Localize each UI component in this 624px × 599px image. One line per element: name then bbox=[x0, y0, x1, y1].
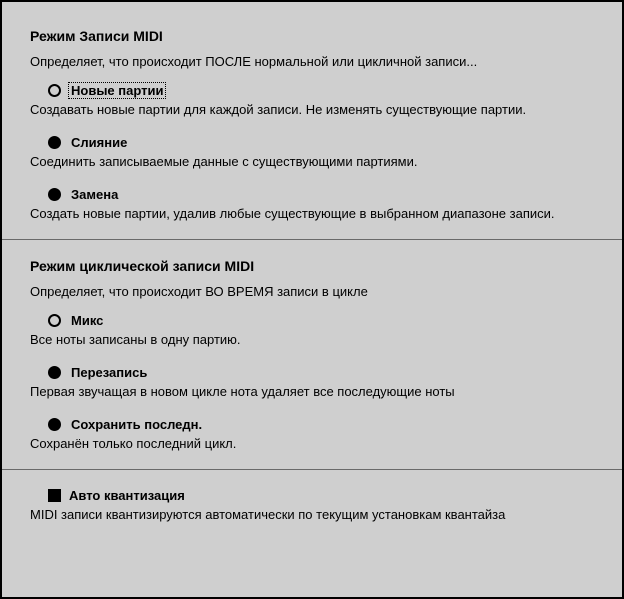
checkbox-icon[interactable] bbox=[48, 489, 61, 502]
option-replace[interactable]: Замена Создать новые партии, удалив любы… bbox=[48, 187, 594, 221]
option-desc: Соединить записываемые данные с существу… bbox=[30, 154, 594, 169]
autoquant-group: Авто квантизация MIDI записи квантизирую… bbox=[30, 488, 594, 522]
option-overwrite[interactable]: Перезапись Первая звучащая в новом цикле… bbox=[48, 365, 594, 399]
radio-icon[interactable] bbox=[48, 366, 61, 379]
section2-title: Режим циклической записи MIDI bbox=[30, 258, 594, 274]
option-label: Микс bbox=[69, 313, 105, 328]
section1-desc: Определяет, что происходит ПОСЛЕ нормаль… bbox=[30, 54, 594, 69]
radio-icon[interactable] bbox=[48, 84, 61, 97]
option-label: Слияние bbox=[69, 135, 129, 150]
option-new-parts[interactable]: Новые партии Создавать новые партии для … bbox=[48, 83, 594, 117]
option-merge[interactable]: Слияние Соединить записываемые данные с … bbox=[48, 135, 594, 169]
option-desc: Сохранён только последний цикл. bbox=[30, 436, 594, 451]
option-label: Сохранить последн. bbox=[69, 417, 204, 432]
option-label: Перезапись bbox=[69, 365, 149, 380]
divider bbox=[2, 239, 622, 240]
section2-options: Микс Все ноты записаны в одну партию. Пе… bbox=[30, 313, 594, 451]
option-keep-last[interactable]: Сохранить последн. Сохранён только после… bbox=[48, 417, 594, 451]
autoquant-desc: MIDI записи квантизируются автоматически… bbox=[30, 507, 594, 522]
option-desc: Все ноты записаны в одну партию. bbox=[30, 332, 594, 347]
radio-icon[interactable] bbox=[48, 188, 61, 201]
option-desc: Создать новые партии, удалив любые сущес… bbox=[30, 206, 594, 221]
option-label: Замена bbox=[69, 187, 120, 202]
option-desc: Первая звучащая в новом цикле нота удаля… bbox=[30, 384, 594, 399]
autoquant-checkbox-row[interactable]: Авто квантизация bbox=[48, 488, 594, 503]
section1-title: Режим Записи MIDI bbox=[30, 28, 594, 44]
radio-icon[interactable] bbox=[48, 418, 61, 431]
divider bbox=[2, 469, 622, 470]
autoquant-label: Авто квантизация bbox=[69, 488, 185, 503]
settings-panel: Режим Записи MIDI Определяет, что происх… bbox=[0, 0, 624, 599]
radio-icon[interactable] bbox=[48, 314, 61, 327]
option-label: Новые партии bbox=[69, 83, 165, 98]
section2-desc: Определяет, что происходит ВО ВРЕМЯ запи… bbox=[30, 284, 594, 299]
section1-options: Новые партии Создавать новые партии для … bbox=[30, 83, 594, 221]
radio-icon[interactable] bbox=[48, 136, 61, 149]
option-desc: Создавать новые партии для каждой записи… bbox=[30, 102, 594, 117]
option-mix[interactable]: Микс Все ноты записаны в одну партию. bbox=[48, 313, 594, 347]
